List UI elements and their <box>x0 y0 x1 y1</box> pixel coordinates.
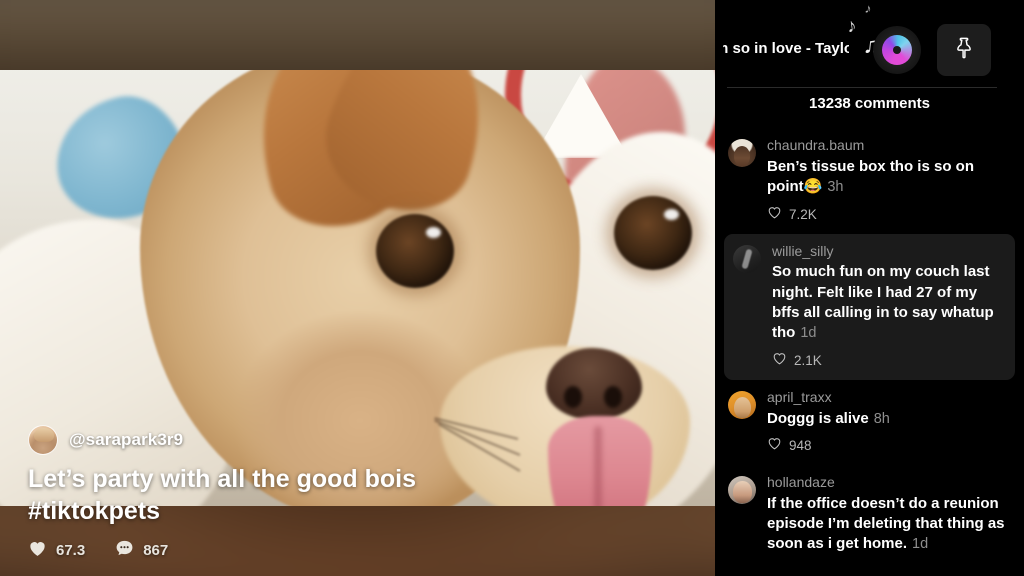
comment-emoji: 😂 <box>803 178 823 196</box>
comment-item[interactable]: april_traxx Doggg is alive 8h 948 <box>715 380 1024 465</box>
comment-item[interactable]: chaundra.baum Ben’s tissue box tho is so… <box>715 128 1024 234</box>
music-title[interactable]: m so in love - Taylo <box>723 40 849 57</box>
music-note-2: ♪ <box>845 15 858 38</box>
comment-item-highlighted[interactable]: willie_silly So much fun on my couch las… <box>724 233 1015 380</box>
dog-nostril-left <box>564 386 582 408</box>
dog-nose <box>546 348 642 420</box>
comment-body: chaundra.baum Ben’s tissue box tho is so… <box>767 137 1010 224</box>
dog-nostril-right <box>604 386 622 408</box>
music-note-1: ♪ <box>863 0 873 17</box>
comments-panel: m so in love - Taylo ♪ ♪ ♫ 13238 comment… <box>715 0 1024 576</box>
commenter-avatar[interactable] <box>728 139 756 167</box>
comment-like-count: 2.1K <box>794 352 822 368</box>
music-bar: m so in love - Taylo ♪ ♪ ♫ <box>715 0 1024 88</box>
comment-text-value: Ben’s tissue box tho is so on point <box>767 157 974 196</box>
heart-outline-icon[interactable] <box>772 351 787 370</box>
video-caption: Let’s party with all the good bois #tikt… <box>28 465 416 525</box>
heart-outline-icon[interactable] <box>767 205 782 224</box>
commenter-username[interactable]: hollandaze <box>767 474 1010 491</box>
comment-timestamp: 1d <box>912 536 929 553</box>
comment-text: Doggg is alive 8h <box>767 409 1010 430</box>
commenter-username[interactable]: april_traxx <box>767 389 1010 406</box>
comment-count: 867 <box>143 542 169 559</box>
comment-like-count: 7.2K <box>789 206 817 222</box>
pin-icon <box>953 36 975 65</box>
video-stats-row: 67.3 867 <box>28 539 715 562</box>
creator-row[interactable]: @sarapark3r9 <box>28 425 715 455</box>
comment-text-value: If the office doesn’t do a reunion episo… <box>767 494 1005 553</box>
tiktok-video-screen: @sarapark3r9 Let’s party with all the go… <box>0 0 1024 576</box>
commenter-avatar[interactable] <box>733 244 761 273</box>
heart-icon[interactable] <box>28 539 47 562</box>
comment-item[interactable]: hollandaze If the office doesn’t do a re… <box>715 465 1024 565</box>
music-disc-icon[interactable] <box>873 26 921 74</box>
dog-eye-left <box>376 214 454 288</box>
comment-text: So much fun on my couch last night. Felt… <box>772 262 1005 343</box>
comment-list: chaundra.baum Ben’s tissue box tho is so… <box>715 128 1024 565</box>
commenter-username[interactable]: chaundra.baum <box>767 137 1010 154</box>
comment-text: If the office doesn’t do a reunion episo… <box>767 494 1010 555</box>
comment-like-row[interactable]: 2.1K <box>772 351 1005 370</box>
comment-like-row[interactable]: 7.2K <box>767 205 1010 224</box>
comment-like-row[interactable]: 948 <box>767 436 1010 455</box>
header-divider <box>727 87 997 88</box>
comment-timestamp: 8h <box>873 410 890 427</box>
video-pane[interactable]: @sarapark3r9 Let’s party with all the go… <box>0 0 715 576</box>
dog-eye-right <box>614 196 692 270</box>
commenter-username[interactable]: willie_silly <box>772 243 1005 260</box>
comment-timestamp: 3h <box>827 179 844 196</box>
music-title-marquee: m so in love - Taylo <box>723 40 849 66</box>
creator-avatar[interactable] <box>28 425 58 455</box>
comment-body: hollandaze If the office doesn’t do a re… <box>767 474 1010 555</box>
like-count: 67.3 <box>56 542 86 559</box>
comment-like-count: 948 <box>789 438 812 454</box>
comment-timestamp: 1d <box>800 325 817 342</box>
commenter-avatar[interactable] <box>728 390 756 419</box>
comment-body: willie_silly So much fun on my couch las… <box>772 243 1005 370</box>
comment-body: april_traxx Doggg is alive 8h 948 <box>767 389 1010 455</box>
pin-button[interactable] <box>937 24 991 76</box>
like-stat[interactable]: 67.3 <box>28 539 85 562</box>
comment-text-value: Doggg is alive <box>767 409 869 427</box>
commenter-avatar[interactable] <box>728 476 756 505</box>
video-caption-overlay: @sarapark3r9 Let’s party with all the go… <box>0 425 715 576</box>
heart-outline-icon[interactable] <box>767 436 782 455</box>
music-disc-label <box>882 35 912 65</box>
comment-bubble-icon[interactable] <box>115 539 134 562</box>
comment-stat[interactable]: 867 <box>115 539 168 562</box>
comment-text: Ben’s tissue box tho is so on point😂 3h <box>767 157 1010 198</box>
creator-handle[interactable]: @sarapark3r9 <box>69 430 183 450</box>
comments-count-label: 13238 comments <box>809 95 930 112</box>
